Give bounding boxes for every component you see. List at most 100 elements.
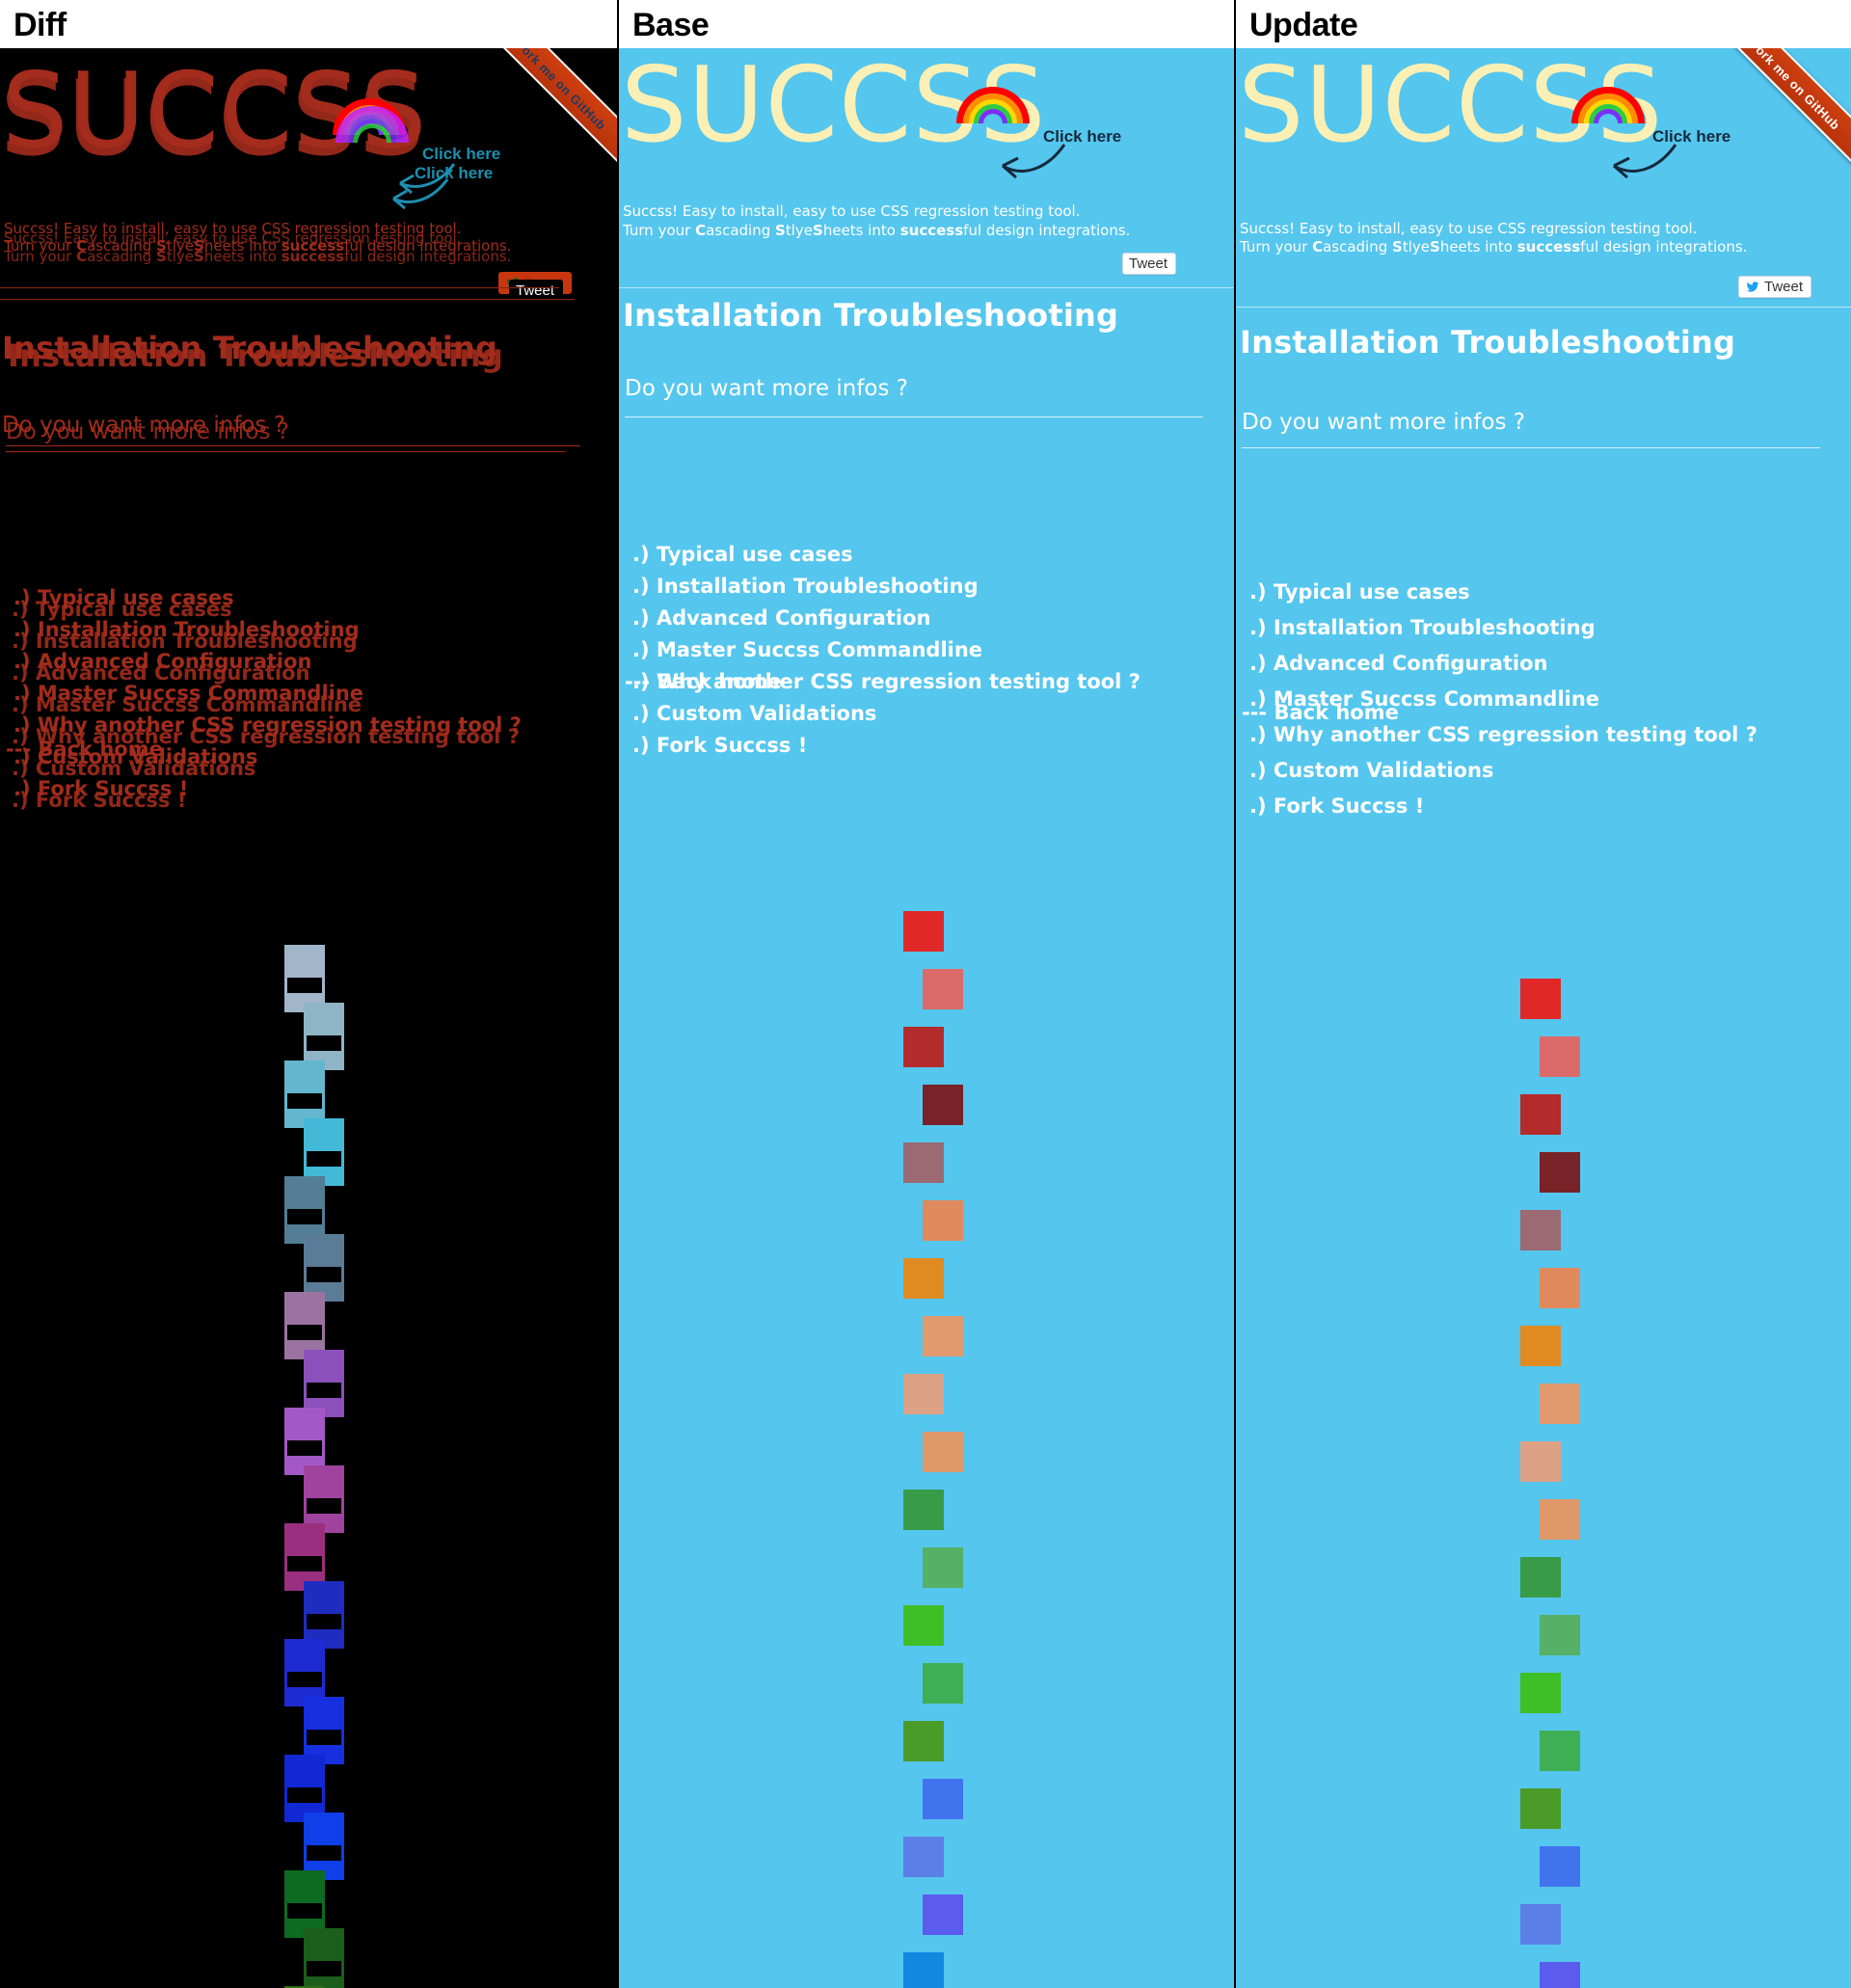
color-swatch (923, 1779, 963, 1819)
tagline-line-1: Succss! Easy to install, easy to use CSS… (1240, 220, 1698, 237)
color-swatch (1520, 1210, 1561, 1250)
subheading-rule-ghost (6, 451, 565, 452)
nav-link[interactable]: .) Fork Succss ! (1249, 794, 1424, 818)
nav-link[interactable]: .) Custom Validations (632, 702, 876, 725)
color-swatch (1520, 1788, 1561, 1829)
back-home-link[interactable]: --- Back home (6, 738, 163, 761)
update-page: Fork me on GitHub SUCCSS Click here Succ… (1236, 48, 1851, 1988)
color-swatch-diff-notch (307, 1267, 341, 1282)
twitter-bird-icon (1746, 281, 1759, 292)
panel-diff: Diff Fork me on GitHub SUCCSS SUCCSS Cli… (0, 0, 617, 1988)
nav-link[interactable]: .) Advanced Configuration (632, 606, 931, 630)
nav-link[interactable]: .) Custom Validations (1249, 759, 1493, 782)
panel-title-base: Base (632, 7, 710, 43)
color-swatch-diff-notch (287, 1325, 322, 1340)
header-divider-ghost (0, 299, 575, 300)
update-logo-row: SUCCSS Click here (1236, 48, 1851, 179)
color-swatch (1520, 1557, 1561, 1598)
curved-arrow-icon (1613, 144, 1677, 179)
diff-logo-row: SUCCSS SUCCSS Click here Click here (0, 48, 617, 210)
color-swatch-diff-notch (287, 1556, 322, 1572)
nav-link-ghost[interactable]: .) Fork Succss ! (12, 789, 186, 812)
color-swatch (903, 1027, 944, 1067)
color-swatch-diff-notch (307, 1614, 341, 1629)
color-swatch (903, 1490, 944, 1530)
nav-link[interactable]: .) Typical use cases (632, 543, 853, 566)
color-swatch-diff-notch (307, 1730, 341, 1745)
color-swatch (923, 1085, 963, 1125)
color-swatch (1540, 1152, 1580, 1193)
tweet-button-label: Tweet (1764, 279, 1804, 295)
color-swatch-diff-notch (287, 1787, 322, 1803)
color-swatch (923, 1316, 963, 1357)
nav-link[interactable]: .) Installation Troubleshooting (1249, 616, 1596, 639)
nav-link[interactable]: .) Master Succss Commandline (632, 638, 982, 661)
page-subheading-ghost: Do you want more infos ? (6, 419, 290, 444)
page-subheading: Do you want more infos ? (625, 376, 909, 401)
update-viewport: Fork me on GitHub SUCCSS Click here Succ… (1236, 48, 1851, 1988)
rainbow-icon (956, 87, 1030, 129)
color-swatch (1520, 979, 1561, 1019)
page-heading: Installation Troubleshooting (623, 297, 1119, 334)
color-swatch (1520, 1094, 1561, 1135)
color-swatch (1540, 1615, 1580, 1655)
panel-title-update: Update (1249, 7, 1358, 43)
color-swatch-diff-notch (307, 1961, 341, 1976)
color-swatch-diff-notch (307, 1035, 341, 1051)
base-viewport: SUCCSS Click here Succss! Easy to instal… (619, 48, 1234, 1988)
base-logo-row: SUCCSS Click here (619, 48, 1234, 179)
tagline-line-2: Turn your Cascading StlyeSheets into suc… (623, 222, 1131, 239)
color-swatch (1520, 1441, 1561, 1482)
panel-update: Update Fork me on GitHub SUCCSS Click he… (1234, 0, 1851, 1988)
color-swatch-diff-notch (287, 1209, 322, 1224)
color-swatch (1520, 1326, 1561, 1366)
back-home-link[interactable]: --- Back home (1242, 701, 1399, 724)
panel-base: Base SUCCSS Click here Succss! Easy to i… (617, 0, 1234, 1988)
header-divider (619, 287, 1234, 288)
color-swatch (903, 1721, 944, 1761)
nav-link[interactable]: .) Installation Troubleshooting (632, 575, 979, 598)
tweet-button-label: Tweet (1129, 255, 1168, 272)
color-swatch (1520, 1904, 1561, 1945)
back-home-link[interactable]: --- Back home (625, 670, 782, 693)
color-swatch (1540, 1384, 1580, 1424)
nav-link[interactable]: .) Why another CSS regression testing to… (1249, 723, 1757, 746)
color-swatch (903, 1605, 944, 1646)
page-heading: Installation Troubleshooting (1240, 324, 1736, 361)
color-swatch (1540, 1846, 1580, 1887)
color-swatch (903, 1258, 944, 1299)
diff-comparison-stage: Diff Fork me on GitHub SUCCSS SUCCSS Cli… (0, 0, 1851, 1988)
color-swatch (1540, 1268, 1580, 1308)
tweet-button[interactable]: Tweet (1738, 276, 1812, 298)
nav-link[interactable]: .) Typical use cases (1249, 580, 1470, 604)
rainbow-icon (1571, 87, 1645, 129)
color-swatch-diff-notch (287, 1672, 322, 1687)
color-swatch-diff-notch (307, 1498, 341, 1514)
color-swatch (903, 1952, 944, 1988)
diff-page: Fork me on GitHub SUCCSS SUCCSS Click he… (0, 48, 617, 1988)
color-swatch-diff-notch (287, 1093, 322, 1109)
color-swatch-diff-notch (307, 1151, 341, 1167)
page-subheading: Do you want more infos ? (1242, 410, 1526, 435)
color-swatch-diff-notch (307, 1845, 341, 1861)
rainbow-icon-ghost (335, 106, 409, 148)
color-swatch-diff-notch (287, 978, 322, 993)
color-swatch-diff-notch (287, 1903, 322, 1919)
tweet-button-label-ghost: Tweet (516, 282, 555, 299)
subheading-rule (1242, 447, 1820, 448)
color-swatch (1540, 1962, 1580, 1988)
color-swatch (1540, 1499, 1580, 1540)
nav-link[interactable]: .) Advanced Configuration (1249, 652, 1548, 675)
color-swatch-diff-notch (307, 1383, 341, 1398)
color-swatch (923, 1200, 963, 1241)
header-divider (0, 287, 559, 288)
color-swatch (923, 1432, 963, 1472)
color-swatch (903, 1142, 944, 1183)
tweet-button[interactable]: Tweet (1122, 253, 1177, 275)
curved-arrow-icon (1002, 144, 1066, 179)
tagline-line-1: Succss! Easy to install, easy to use CSS… (623, 202, 1081, 220)
base-page: SUCCSS Click here Succss! Easy to instal… (619, 48, 1234, 1988)
page-heading-ghost: Installation Troubleshooting (8, 337, 504, 374)
tagline-line-2: Turn your Cascading StlyeSheets into suc… (1240, 238, 1748, 255)
nav-link[interactable]: .) Fork Succss ! (632, 734, 807, 757)
